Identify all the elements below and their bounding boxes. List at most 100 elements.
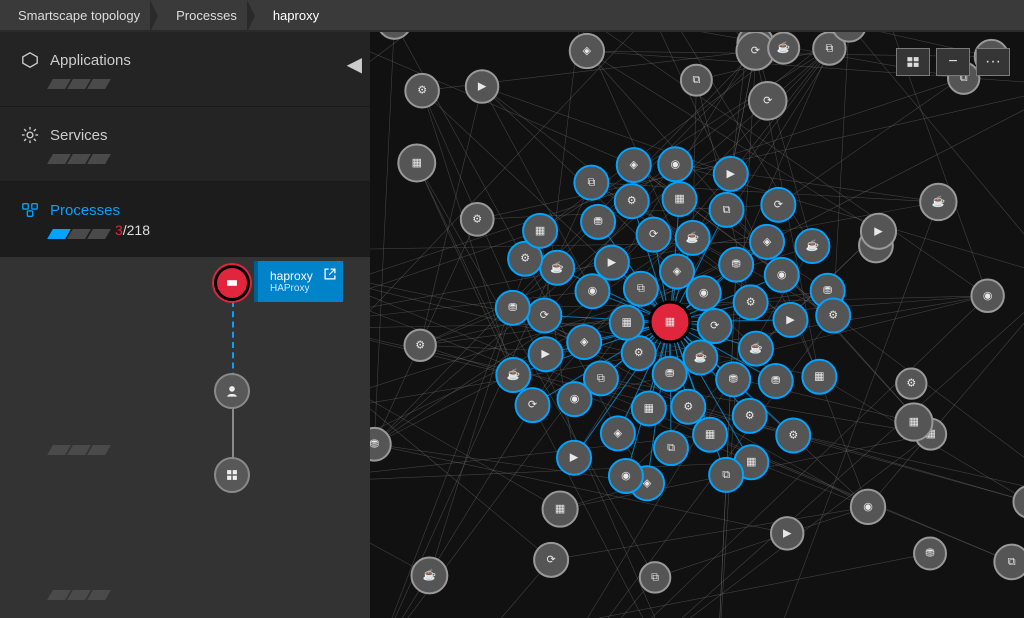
svg-text:⛃: ⛃	[593, 216, 602, 228]
svg-text:◉: ◉	[777, 269, 787, 281]
svg-text:▶: ▶	[608, 257, 617, 269]
host-node[interactable]	[214, 373, 250, 409]
svg-text:◈: ◈	[643, 477, 652, 489]
layer-processes[interactable]: Processes 3/218	[0, 182, 370, 257]
svg-text:▦: ▦	[674, 193, 684, 205]
svg-text:◉: ◉	[570, 393, 580, 405]
svg-text:⧉: ⧉	[667, 442, 675, 454]
svg-text:▦: ▦	[622, 317, 632, 329]
svg-text:▦: ▦	[665, 316, 675, 328]
tooltip-subtitle: HAProxy	[270, 283, 313, 294]
svg-text:☕: ☕	[777, 40, 791, 54]
svg-text:☕: ☕	[749, 341, 763, 355]
tooltip-title: haproxy	[270, 269, 313, 283]
svg-text:▦: ▦	[535, 225, 545, 237]
svg-text:▦: ▦	[814, 371, 824, 383]
svg-text:⧉: ⧉	[587, 177, 595, 189]
svg-text:▶: ▶	[727, 168, 736, 180]
more-button[interactable]: ···	[976, 48, 1010, 76]
selected-process-node[interactable]	[214, 265, 250, 301]
svg-text:☕: ☕	[506, 367, 520, 381]
svg-text:▶: ▶	[783, 527, 792, 539]
breadcrumb: Smartscape topology Processes haproxy	[0, 0, 1024, 32]
svg-text:⛃: ⛃	[925, 547, 934, 559]
tiles-button[interactable]	[896, 48, 930, 76]
svg-text:⚙: ⚙	[415, 339, 425, 351]
svg-text:⛃: ⛃	[823, 285, 832, 297]
svg-text:⟳: ⟳	[774, 199, 783, 211]
svg-text:⧉: ⧉	[651, 571, 659, 583]
svg-text:◉: ◉	[983, 290, 993, 302]
svg-text:☕: ☕	[932, 194, 946, 208]
svg-text:⧉: ⧉	[1008, 556, 1016, 568]
svg-text:⛃: ⛃	[370, 438, 379, 450]
process-count: 3/218	[115, 222, 150, 238]
breadcrumb-root[interactable]: Smartscape topology	[0, 0, 158, 30]
layer-label: Applications	[50, 52, 131, 69]
svg-text:⚙: ⚙	[828, 310, 838, 322]
svg-text:⛃: ⛃	[729, 373, 738, 385]
svg-text:◉: ◉	[699, 287, 709, 299]
layer-services[interactable]: Services	[0, 107, 370, 182]
svg-text:⟳: ⟳	[528, 399, 537, 411]
svg-text:☕: ☕	[550, 260, 564, 274]
hexagon-icon	[20, 50, 40, 70]
zoom-out-button[interactable]: −	[936, 48, 970, 76]
svg-text:⟳: ⟳	[540, 309, 549, 321]
svg-text:⛃: ⛃	[665, 368, 674, 380]
svg-text:⚙: ⚙	[906, 378, 916, 390]
svg-text:⟳: ⟳	[751, 45, 760, 57]
layer-label: Processes	[50, 202, 120, 219]
datacenter-node[interactable]	[214, 457, 250, 493]
svg-text:⧉: ⧉	[597, 372, 605, 384]
open-external-icon[interactable]	[323, 267, 337, 284]
svg-text:▶: ▶	[478, 80, 487, 92]
svg-text:⚙: ⚙	[788, 429, 798, 441]
svg-text:⛃: ⛃	[508, 302, 517, 314]
svg-text:☕: ☕	[686, 230, 700, 244]
svg-text:⟳: ⟳	[649, 229, 658, 241]
svg-text:⚙: ⚙	[634, 347, 644, 359]
graph-toolbar: − ···	[896, 48, 1010, 76]
svg-text:☕: ☕	[806, 238, 820, 252]
gear-icon	[20, 125, 40, 145]
svg-text:◉: ◉	[670, 158, 680, 170]
svg-text:⚙: ⚙	[683, 401, 693, 413]
breadcrumb-level[interactable]: Processes	[158, 0, 255, 30]
svg-text:⧉: ⧉	[637, 283, 645, 295]
svg-text:⟳: ⟳	[547, 554, 556, 566]
svg-text:◈: ◈	[673, 266, 682, 278]
svg-text:▦: ▦	[412, 157, 422, 169]
svg-text:◈: ◈	[580, 336, 589, 348]
svg-text:⧉: ⧉	[723, 204, 731, 216]
svg-text:⛃: ⛃	[771, 375, 780, 387]
svg-text:◉: ◉	[863, 501, 873, 513]
svg-text:⚙: ⚙	[417, 85, 427, 97]
svg-text:▶: ▶	[874, 225, 883, 237]
svg-text:⚙: ⚙	[472, 213, 482, 225]
svg-text:◈: ◈	[763, 236, 772, 248]
svg-text:◉: ◉	[588, 285, 598, 297]
topology-graph[interactable]: ▦ ⟳ ☕ ⛃ ⚙ ▦ ⧉ ◈ ◉ ☕ ⛃ ⚙ ▦ ⧉ ◈ ◉ ▶ ⟳ ☕ ⛃ ⚙ ⛃ ⚙ ▦ ⧉ ◈ ◉ ▶ ⟳ ☕ ⛃ ⚙ ▦ ⧉ ◈ ◉ ▶ ⚙ ▦ ⧉…	[370, 32, 1024, 618]
svg-text:▦: ▦	[705, 429, 715, 441]
node-tooltip[interactable]: haproxy HAProxy	[254, 261, 343, 302]
svg-text:▦: ▦	[909, 416, 919, 428]
svg-text:▦: ▦	[644, 402, 654, 414]
svg-text:▶: ▶	[570, 452, 579, 464]
svg-text:⚙: ⚙	[520, 253, 530, 265]
collapse-sidebar-icon[interactable]: ◀	[347, 52, 362, 77]
smartscape-layer-sidebar: ◀ Applications Services	[0, 32, 370, 618]
svg-text:⧉: ⧉	[722, 469, 730, 481]
svg-text:◉: ◉	[621, 470, 631, 482]
svg-text:◈: ◈	[614, 427, 623, 439]
svg-text:▶: ▶	[786, 314, 795, 326]
svg-text:⧉: ⧉	[692, 74, 700, 86]
svg-text:▦: ▦	[746, 456, 756, 468]
layer-label: Services	[50, 127, 108, 144]
layer-applications[interactable]: Applications	[0, 32, 370, 107]
svg-text:⛃: ⛃	[732, 259, 741, 271]
svg-text:☕: ☕	[423, 567, 437, 581]
svg-text:⧉: ⧉	[825, 43, 833, 55]
svg-text:⚙: ⚙	[627, 195, 637, 207]
svg-text:⚙: ⚙	[745, 410, 755, 422]
